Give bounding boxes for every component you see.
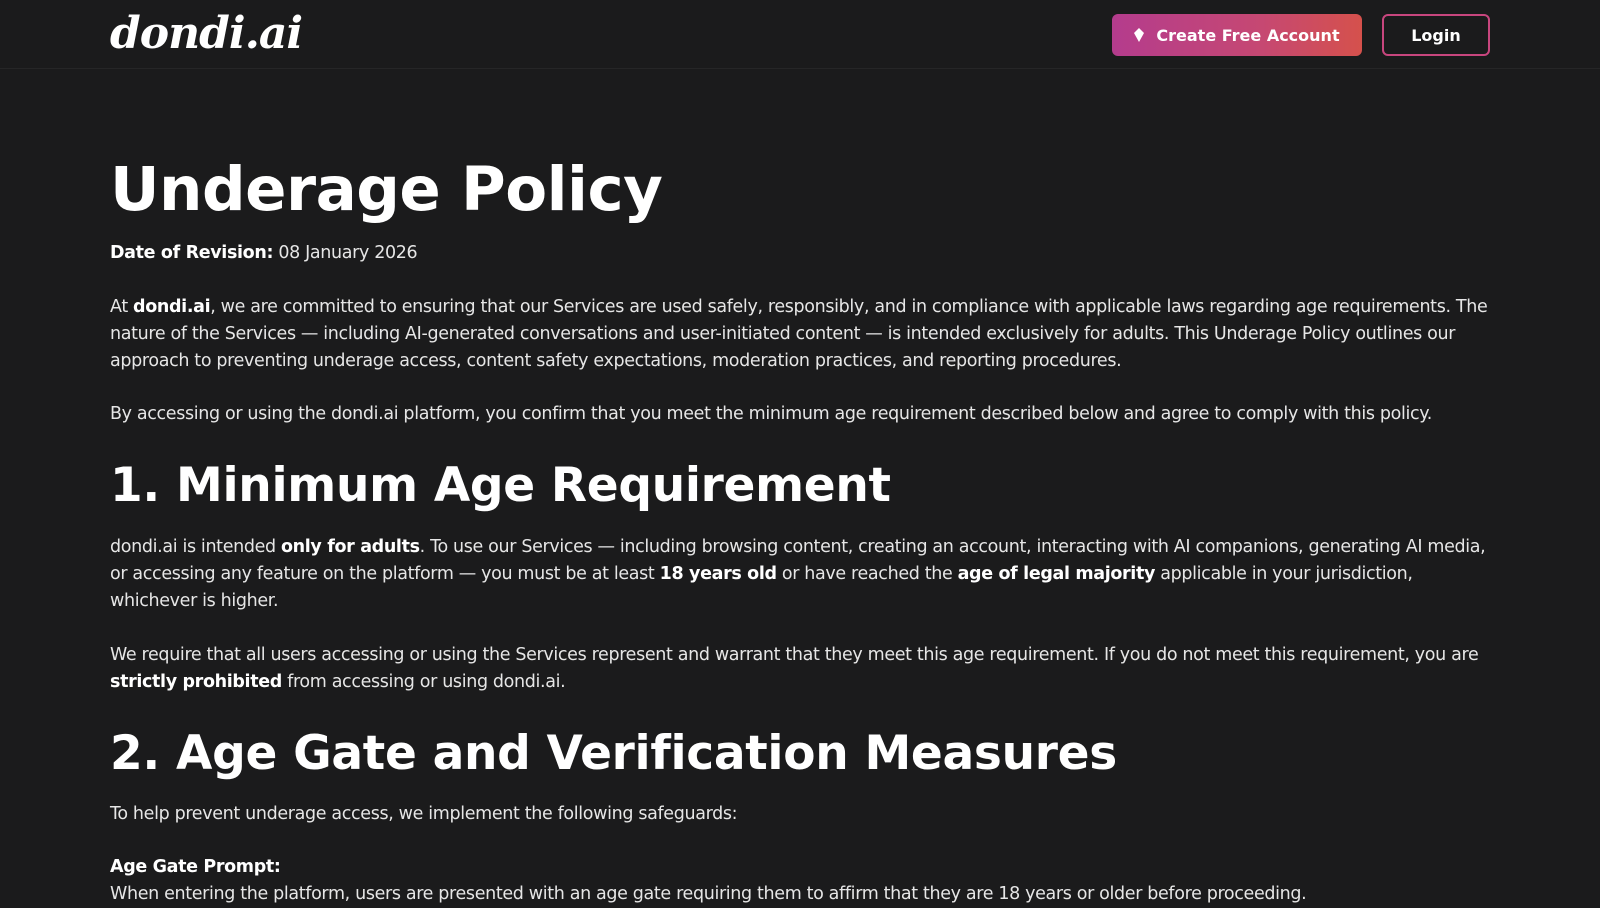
section-1-heading: 1. Minimum Age Requirement <box>110 458 891 513</box>
section-2-heading: 2. Age Gate and Verification Measures <box>110 726 1117 781</box>
page-title: Underage Policy <box>110 154 663 225</box>
s1-p1-text-e: or have reached the <box>776 564 958 584</box>
s1-p1-bold-adults: only for adults <box>281 537 420 557</box>
login-button[interactable]: Login <box>1382 14 1490 56</box>
create-free-account-label: Create Free Account <box>1156 25 1340 45</box>
revision-label: Date of Revision: <box>110 243 274 263</box>
login-label: Login <box>1411 25 1461 45</box>
policy-content: Underage Policy Date of Revision: 08 Jan… <box>110 148 1490 908</box>
agreement-paragraph: By accessing or using the dondi.ai platf… <box>110 404 1432 424</box>
top-navigation-bar: dondi.ai Create Free Account Login <box>0 0 1600 69</box>
logo-text: dondi <box>110 8 246 59</box>
section-1-paragraph-1: dondi.ai is intended only for adults. To… <box>110 534 1490 615</box>
s1-p2-text-a: We require that all users accessing or u… <box>110 645 1479 665</box>
section-2-intro: To help prevent underage access, we impl… <box>110 804 738 824</box>
diamond-icon <box>1134 28 1145 42</box>
revision-date: 08 January 2026 <box>278 243 418 263</box>
create-free-account-button[interactable]: Create Free Account <box>1112 14 1362 56</box>
intro-prefix: At <box>110 297 134 317</box>
intro-brand: dondi.ai <box>133 297 211 317</box>
revision-date-line: Date of Revision: 08 January 2026 <box>110 240 1490 267</box>
age-gate-prompt-label: Age Gate Prompt: <box>110 857 281 877</box>
section-1-paragraph-2: We require that all users accessing or u… <box>110 642 1490 696</box>
s1-p2-bold-prohibited: strictly prohibited <box>110 672 282 692</box>
dondi-logo[interactable]: dondi.ai <box>110 6 304 62</box>
age-gate-prompt-description: When entering the platform, users are pr… <box>110 884 1307 904</box>
s1-p1-text-a: dondi.ai is intended <box>110 537 281 557</box>
s1-p1-bold-majority: age of legal majority <box>957 564 1156 584</box>
intro-rest: , we are committed to ensuring that our … <box>110 297 1488 371</box>
logo-suffix: .ai <box>244 8 304 59</box>
intro-paragraph: At dondi.ai, we are committed to ensurin… <box>110 294 1490 375</box>
s1-p1-bold-age: 18 years old <box>659 564 777 584</box>
s1-p2-text-c: from accessing or using dondi.ai. <box>281 672 566 692</box>
